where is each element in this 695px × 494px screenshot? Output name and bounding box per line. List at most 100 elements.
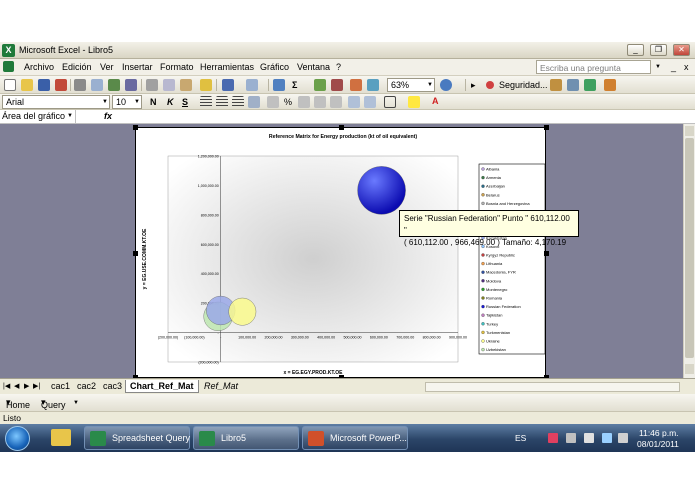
tray-network-icon[interactable] (566, 433, 576, 443)
sort-desc-icon[interactable] (331, 79, 343, 91)
font-color-icon[interactable]: A (432, 96, 439, 106)
decrease-decimal-icon[interactable] (330, 96, 342, 108)
taskbar-powerpoint[interactable]: Microsoft PowerP... (302, 426, 408, 450)
tray-app-icon[interactable] (548, 433, 558, 443)
tab-cac1[interactable]: cac1 (47, 380, 74, 393)
menu-archivo[interactable]: Archivo (24, 62, 54, 72)
name-box[interactable]: Área del gráfico ▼ (0, 110, 76, 124)
doc-close-button[interactable]: x (684, 62, 689, 72)
clock-date[interactable]: 08/01/2011 (637, 439, 679, 449)
currency-icon[interactable] (267, 96, 279, 108)
menu-grafico[interactable]: Gráfico (260, 62, 289, 72)
format-painter-icon[interactable] (200, 79, 212, 91)
menu-ventana[interactable]: Ventana (297, 62, 330, 72)
language-indicator[interactable]: ES (515, 433, 526, 443)
tab-chart-ref-mat[interactable]: Chart_Ref_Mat (125, 380, 199, 393)
restore-button[interactable]: ❐ (650, 44, 667, 56)
tray-wifi-icon[interactable] (602, 433, 612, 443)
bubble-chart[interactable]: Reference Matrix for Energy production (… (136, 128, 547, 379)
percent-icon[interactable]: % (284, 97, 292, 107)
align-left-icon[interactable] (200, 96, 212, 108)
merge-center-icon[interactable] (248, 96, 260, 108)
resize-handle-n[interactable] (339, 125, 344, 130)
first-sheet-icon[interactable]: |◀ (3, 382, 10, 390)
last-sheet-icon[interactable]: ▶| (33, 382, 40, 390)
spelling-icon[interactable] (108, 79, 120, 91)
font-size-select[interactable]: 10 ▼ (112, 95, 142, 109)
scroll-up-button[interactable] (685, 126, 694, 136)
menu-herramientas[interactable]: Herramientas (200, 62, 254, 72)
explorer-icon[interactable] (51, 429, 71, 446)
scroll-down-button[interactable] (685, 364, 694, 374)
borders-icon[interactable] (384, 96, 396, 108)
paste-icon[interactable] (180, 79, 192, 91)
toolbar-options-icon[interactable]: ▸ (471, 80, 476, 91)
italic-button[interactable]: K (167, 97, 174, 107)
research-icon[interactable] (125, 79, 137, 91)
menu-help[interactable]: ? (336, 62, 341, 72)
print-icon[interactable] (74, 79, 86, 91)
redo-icon[interactable] (246, 79, 258, 91)
increase-decimal-icon[interactable] (314, 96, 326, 108)
resize-handle-ne[interactable] (544, 125, 549, 130)
taskbar-libro5[interactable]: Libro5 (193, 426, 299, 450)
underline-button[interactable]: S (182, 97, 188, 107)
bold-button[interactable]: N (150, 97, 157, 107)
tab-ref-mat[interactable]: Ref_Mat (200, 380, 242, 393)
next-sheet-icon[interactable]: ▶ (24, 382, 29, 390)
font-name-select[interactable]: Arial ▼ (2, 95, 110, 109)
document-icon[interactable] (3, 61, 14, 72)
help-dropdown-icon[interactable]: ▼ (655, 64, 661, 70)
align-right-icon[interactable] (232, 96, 244, 108)
print-preview-icon[interactable] (91, 79, 103, 91)
home-button[interactable]: Home ▾ (6, 397, 30, 410)
horizontal-scrollbar[interactable] (425, 382, 680, 392)
increase-indent-icon[interactable] (364, 96, 376, 108)
sort-asc-icon[interactable] (314, 79, 326, 91)
start-button[interactable] (5, 426, 30, 451)
align-center-icon[interactable] (216, 96, 228, 108)
query-button[interactable]: Query ▾ (41, 397, 66, 410)
zoom-select[interactable]: 63% ▼ (387, 78, 435, 92)
menu-edicion[interactable]: Edición (62, 62, 92, 72)
resize-handle-e[interactable] (544, 251, 549, 256)
security-button[interactable]: Seguridad... (499, 80, 548, 90)
tools-icon[interactable] (567, 79, 579, 91)
autosum-icon[interactable]: Σ (292, 80, 297, 90)
close-button[interactable]: ✕ (673, 44, 690, 56)
minimize-button[interactable]: _ (627, 44, 644, 56)
menu-formato[interactable]: Formato (160, 62, 194, 72)
tray-battery-icon[interactable] (584, 433, 594, 443)
resize-handle-nw[interactable] (133, 125, 138, 130)
thousands-icon[interactable] (298, 96, 310, 108)
help-icon[interactable] (440, 79, 452, 91)
decrease-indent-icon[interactable] (348, 96, 360, 108)
new-icon[interactable] (4, 79, 16, 91)
doc-minimize-button[interactable]: _ (671, 62, 676, 72)
vb-editor-icon[interactable] (584, 79, 596, 91)
clock-time[interactable]: 11:46 p.m. (639, 428, 679, 438)
resize-handle-w[interactable] (133, 251, 138, 256)
tab-cac3[interactable]: cac3 (99, 380, 126, 393)
chart-wizard-icon[interactable] (350, 79, 362, 91)
cut-icon[interactable] (146, 79, 158, 91)
vertical-scrollbar[interactable] (683, 124, 695, 378)
prev-sheet-icon[interactable]: ◀ (14, 382, 19, 390)
tab-cac2[interactable]: cac2 (73, 380, 100, 393)
toolbar-options-icon[interactable]: ▼ (73, 400, 79, 406)
hyperlink-icon[interactable] (273, 79, 285, 91)
volume-icon[interactable] (618, 433, 628, 443)
open-icon[interactable] (21, 79, 33, 91)
taskbar-spreadsheet-query[interactable]: Spreadsheet Query (84, 426, 190, 450)
scroll-thumb[interactable] (685, 138, 694, 358)
scripts-icon[interactable] (604, 79, 616, 91)
menu-ver[interactable]: Ver (100, 62, 114, 72)
permission-icon[interactable] (55, 79, 67, 91)
menu-insertar[interactable]: Insertar (122, 62, 153, 72)
record-icon[interactable] (486, 81, 494, 89)
chart-area[interactable]: Reference Matrix for Energy production (… (133, 125, 549, 380)
copy-icon[interactable] (163, 79, 175, 91)
help-search-input[interactable]: Escriba una pregunta (536, 60, 651, 74)
macro-icon[interactable] (550, 79, 562, 91)
undo-icon[interactable] (222, 79, 234, 91)
